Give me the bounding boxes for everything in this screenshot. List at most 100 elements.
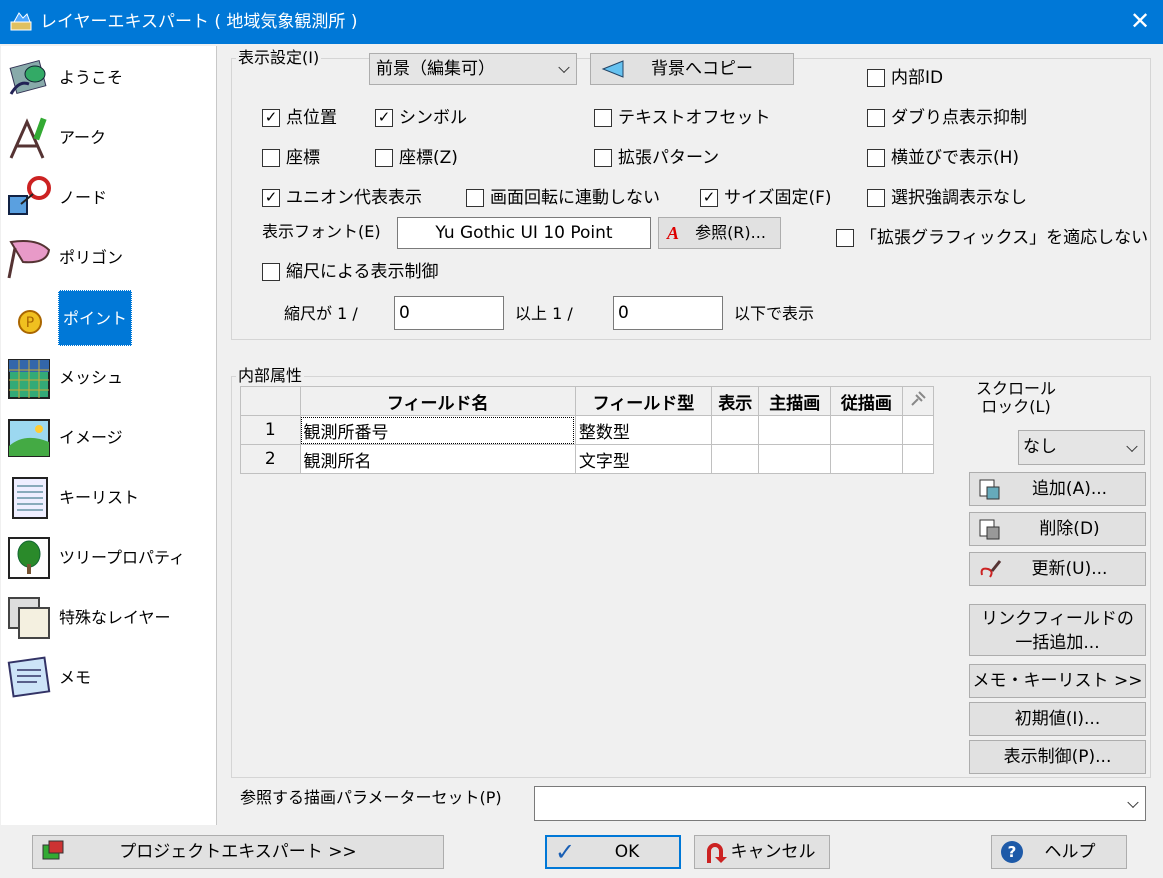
- pin-cell[interactable]: [901, 415, 935, 445]
- link-field-bulk-add-button[interactable]: リンクフィールドの 一括追加...: [969, 604, 1146, 656]
- coordinate-z-checkbox[interactable]: 座標(Z): [375, 147, 485, 169]
- sidebar-item-memo[interactable]: メモ: [7, 648, 212, 708]
- memo-keylist-button[interactable]: メモ・キーリスト >>: [969, 664, 1146, 698]
- column-header-sub-draw[interactable]: 従描画: [830, 386, 903, 416]
- display-font-field[interactable]: Yu Gothic UI 10 Point: [397, 217, 651, 249]
- sidebar-item-welcome[interactable]: ようこそ: [7, 48, 212, 108]
- copy-to-background-button[interactable]: 背景へコピー: [590, 53, 794, 85]
- sidebar-item-arc[interactable]: アーク: [7, 108, 212, 168]
- ok-button[interactable]: ✓ OK: [545, 835, 681, 869]
- column-header-field-name[interactable]: フィールド名: [299, 386, 576, 416]
- field-type-cell[interactable]: 整数型: [574, 415, 713, 445]
- attributes-table: フィールド名 フィールド型 表示 主描画 従描画 1 観測所番号 整数型 2 観…: [240, 386, 935, 474]
- sidebar-item-label: 特殊なレイヤー: [59, 608, 171, 627]
- browse-font-button[interactable]: A 参照(R)...: [658, 217, 781, 249]
- pin-icon[interactable]: [901, 386, 935, 416]
- scroll-lock-select[interactable]: なし: [1018, 430, 1145, 465]
- project-icon: [42, 840, 64, 860]
- row-number: 1: [240, 415, 301, 445]
- table-row[interactable]: 2 観測所名 文字型: [240, 444, 935, 474]
- sidebar-item-label: ようこそ: [59, 68, 124, 87]
- cancel-button[interactable]: キャンセル: [694, 835, 830, 869]
- help-icon: ?: [1001, 841, 1023, 863]
- delete-field-button[interactable]: 削除(D): [969, 512, 1146, 546]
- sidebar-item-keylist[interactable]: キーリスト: [7, 468, 212, 528]
- checkbox-box: [594, 109, 612, 127]
- symbol-checkbox[interactable]: ✓ シンボル: [375, 107, 485, 129]
- sidebar-item-tree[interactable]: ツリープロパティ: [7, 528, 212, 588]
- layer-select-value: 前景（編集可）: [376, 59, 495, 79]
- fixed-size-checkbox[interactable]: ✓ サイズ固定(F): [700, 187, 850, 209]
- sidebar-item-label: ポリゴン: [59, 248, 124, 267]
- sidebar-item-mesh[interactable]: メッシュ: [7, 348, 212, 408]
- column-header-field-type[interactable]: フィールド型: [574, 386, 713, 416]
- help-button[interactable]: ? ヘルプ: [991, 835, 1127, 869]
- scale-max-input[interactable]: 0: [613, 296, 723, 330]
- title-bar: レイヤーエキスパート ( 地域気象観測所 ) ✕: [0, 0, 1163, 44]
- extended-pattern-checkbox[interactable]: 拡張パターン: [594, 147, 744, 169]
- node-icon: [8, 176, 51, 215]
- layer-select[interactable]: 前景（編集可）: [369, 53, 577, 85]
- sidebar-item-image[interactable]: イメージ: [7, 408, 212, 468]
- image-icon: [8, 419, 50, 457]
- memo-icon: [7, 656, 51, 698]
- no-highlight-checkbox[interactable]: 選択強調表示なし: [867, 187, 1057, 209]
- point-position-checkbox[interactable]: ✓ 点位置: [262, 107, 362, 129]
- scale-suffix-label: 以下で表示: [734, 304, 815, 323]
- column-header-number: [240, 386, 301, 416]
- sidebar-item-special-layer[interactable]: 特殊なレイヤー: [7, 588, 212, 648]
- display-control-button[interactable]: 表示制御(P)...: [969, 740, 1146, 774]
- update-field-button[interactable]: 更新(U)...: [969, 552, 1146, 586]
- sidebar-item-label: メモ: [59, 668, 92, 687]
- initial-value-button[interactable]: 初期値(I)...: [969, 702, 1146, 736]
- no-extended-graphics-checkbox[interactable]: 「拡張グラフィックス」を適応しない: [836, 227, 1148, 249]
- scale-control-checkbox[interactable]: 縮尺による表示制御: [262, 261, 482, 283]
- window-title: レイヤーエキスパート ( 地域気象観測所 ): [40, 12, 358, 32]
- chevron-down-icon: [1127, 796, 1139, 808]
- sub-draw-cell[interactable]: [830, 444, 903, 474]
- sidebar-item-node[interactable]: ノード: [7, 168, 212, 228]
- add-field-icon: [979, 479, 1000, 500]
- horizontal-display-checkbox[interactable]: 横並びで表示(H): [867, 147, 1057, 169]
- internal-id-checkbox[interactable]: 内部ID: [867, 67, 987, 89]
- main-draw-cell[interactable]: [758, 415, 832, 445]
- coordinate-checkbox[interactable]: 座標: [262, 147, 352, 169]
- display-font-label: 表示フォント(E): [262, 222, 381, 241]
- checkbox-box: [262, 263, 280, 281]
- column-header-display[interactable]: 表示: [711, 386, 760, 416]
- duplicate-suppress-checkbox[interactable]: ダブり点表示抑制: [867, 107, 1067, 129]
- sidebar-item-point[interactable]: P ポイント: [7, 288, 212, 348]
- parameter-set-select[interactable]: [534, 786, 1146, 821]
- checkbox-box: [594, 149, 612, 167]
- column-header-main-draw[interactable]: 主描画: [758, 386, 832, 416]
- checkbox-box: [466, 189, 484, 207]
- chevron-down-icon: [558, 61, 570, 74]
- field-type-cell[interactable]: 文字型: [574, 444, 713, 474]
- union-representative-checkbox[interactable]: ✓ ユニオン代表表示: [262, 187, 442, 209]
- close-icon[interactable]: ✕: [1117, 0, 1163, 44]
- font-a-icon: A: [667, 223, 680, 243]
- display-cell[interactable]: [711, 444, 760, 474]
- table-header: フィールド名 フィールド型 表示 主描画 従描画: [240, 386, 935, 416]
- sidebar-item-polygon[interactable]: ポリゴン: [7, 228, 212, 288]
- table-row[interactable]: 1 観測所番号 整数型: [240, 415, 935, 445]
- scale-min-input[interactable]: 0: [394, 296, 504, 330]
- sub-draw-cell[interactable]: [830, 415, 903, 445]
- checkmark-icon: ✓: [555, 838, 576, 866]
- sidebar-item-label: ツリープロパティ: [59, 548, 186, 567]
- text-offset-checkbox[interactable]: テキストオフセット: [594, 107, 774, 129]
- checkbox-box: [375, 149, 393, 167]
- sidebar-item-label: キーリスト: [59, 488, 140, 507]
- special-layer-icon: [8, 597, 50, 639]
- field-name-cell[interactable]: 観測所番号: [299, 415, 576, 445]
- display-cell[interactable]: [711, 415, 760, 445]
- main-draw-cell[interactable]: [758, 444, 832, 474]
- no-rotate-checkbox[interactable]: 画面回転に連動しない: [466, 187, 686, 209]
- svg-text:P: P: [26, 315, 34, 331]
- pin-cell[interactable]: [901, 444, 935, 474]
- scale-prefix-label: 縮尺が 1 /: [284, 304, 358, 323]
- point-icon: P: [18, 310, 42, 334]
- add-field-button[interactable]: 追加(A)...: [969, 472, 1146, 506]
- project-expert-button[interactable]: プロジェクトエキスパート >>: [32, 835, 444, 869]
- field-name-cell[interactable]: 観測所名: [299, 444, 576, 474]
